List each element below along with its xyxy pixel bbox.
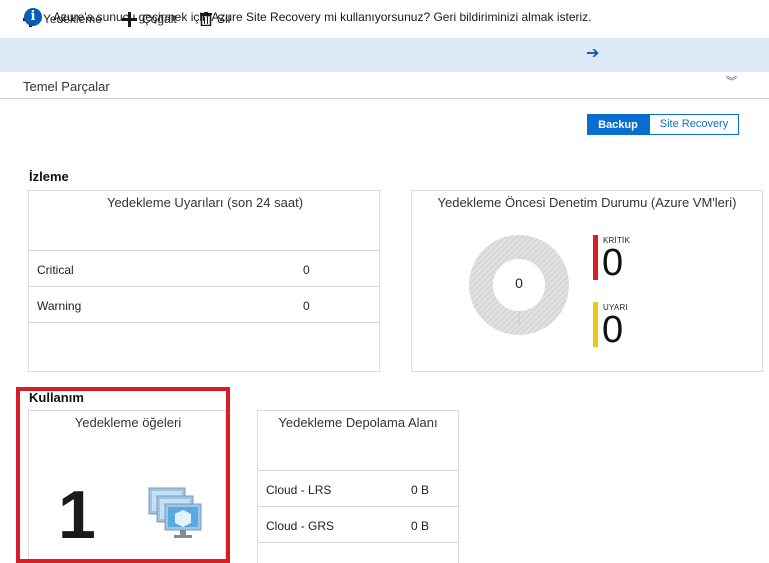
backup-alerts-title: Yedekleme Uyarıları (son 24 saat)	[106, 195, 304, 210]
divider	[29, 322, 379, 323]
info-banner-text: Azure'a sunucu geçirmek için Azure Site …	[53, 10, 592, 24]
divider	[258, 470, 458, 471]
warning-count: 0	[602, 309, 624, 351]
critical-indicator-bar	[593, 235, 598, 280]
divider	[258, 542, 458, 543]
precheck-status-title: Yedekleme Öncesi Denetim Durumu (Azure V…	[437, 195, 737, 210]
arrow-right-icon[interactable]: ➔	[586, 46, 599, 62]
monitoring-section-title: İzleme	[29, 169, 69, 184]
backup-storage-tile[interactable]: Yedekleme Depolama Alanı Cloud - LRS 0 B…	[257, 410, 459, 563]
essentials-bar[interactable]: Temel Parçalar ︾	[0, 72, 769, 99]
alert-row-critical-label: Critical	[37, 263, 74, 277]
warning-indicator-bar	[593, 302, 598, 347]
toggle-backup[interactable]: Backup	[587, 114, 649, 135]
double-chevron-down-icon[interactable]: ︾	[726, 77, 737, 88]
divider	[29, 286, 379, 287]
info-icon: i	[24, 8, 42, 26]
backup-storage-title: Yedekleme Depolama Alanı	[278, 415, 438, 430]
info-banner[interactable]	[0, 38, 769, 72]
storage-row-lrs-value: 0 B	[411, 483, 430, 497]
divider	[29, 250, 379, 251]
backup-alerts-tile[interactable]: Yedekleme Uyarıları (son 24 saat) Critic…	[28, 190, 380, 372]
essentials-label: Temel Parçalar	[23, 79, 110, 94]
storage-row-grs-value: 0 B	[411, 519, 430, 533]
alert-row-warning-value: 0	[303, 299, 310, 313]
critical-count: 0	[602, 242, 624, 284]
toggle-site-recovery[interactable]: Site Recovery	[649, 114, 739, 135]
alert-row-warning-label: Warning	[37, 299, 82, 313]
storage-row-grs-label: Cloud - GRS	[266, 519, 335, 533]
precheck-status-tile[interactable]: Yedekleme Öncesi Denetim Durumu (Azure V…	[411, 190, 763, 372]
highlight-box	[16, 387, 230, 563]
precheck-donut-center-value: 0	[515, 275, 523, 291]
alert-row-critical-value: 0	[303, 263, 310, 277]
storage-row-lrs-label: Cloud - LRS	[266, 483, 332, 497]
divider	[258, 506, 458, 507]
